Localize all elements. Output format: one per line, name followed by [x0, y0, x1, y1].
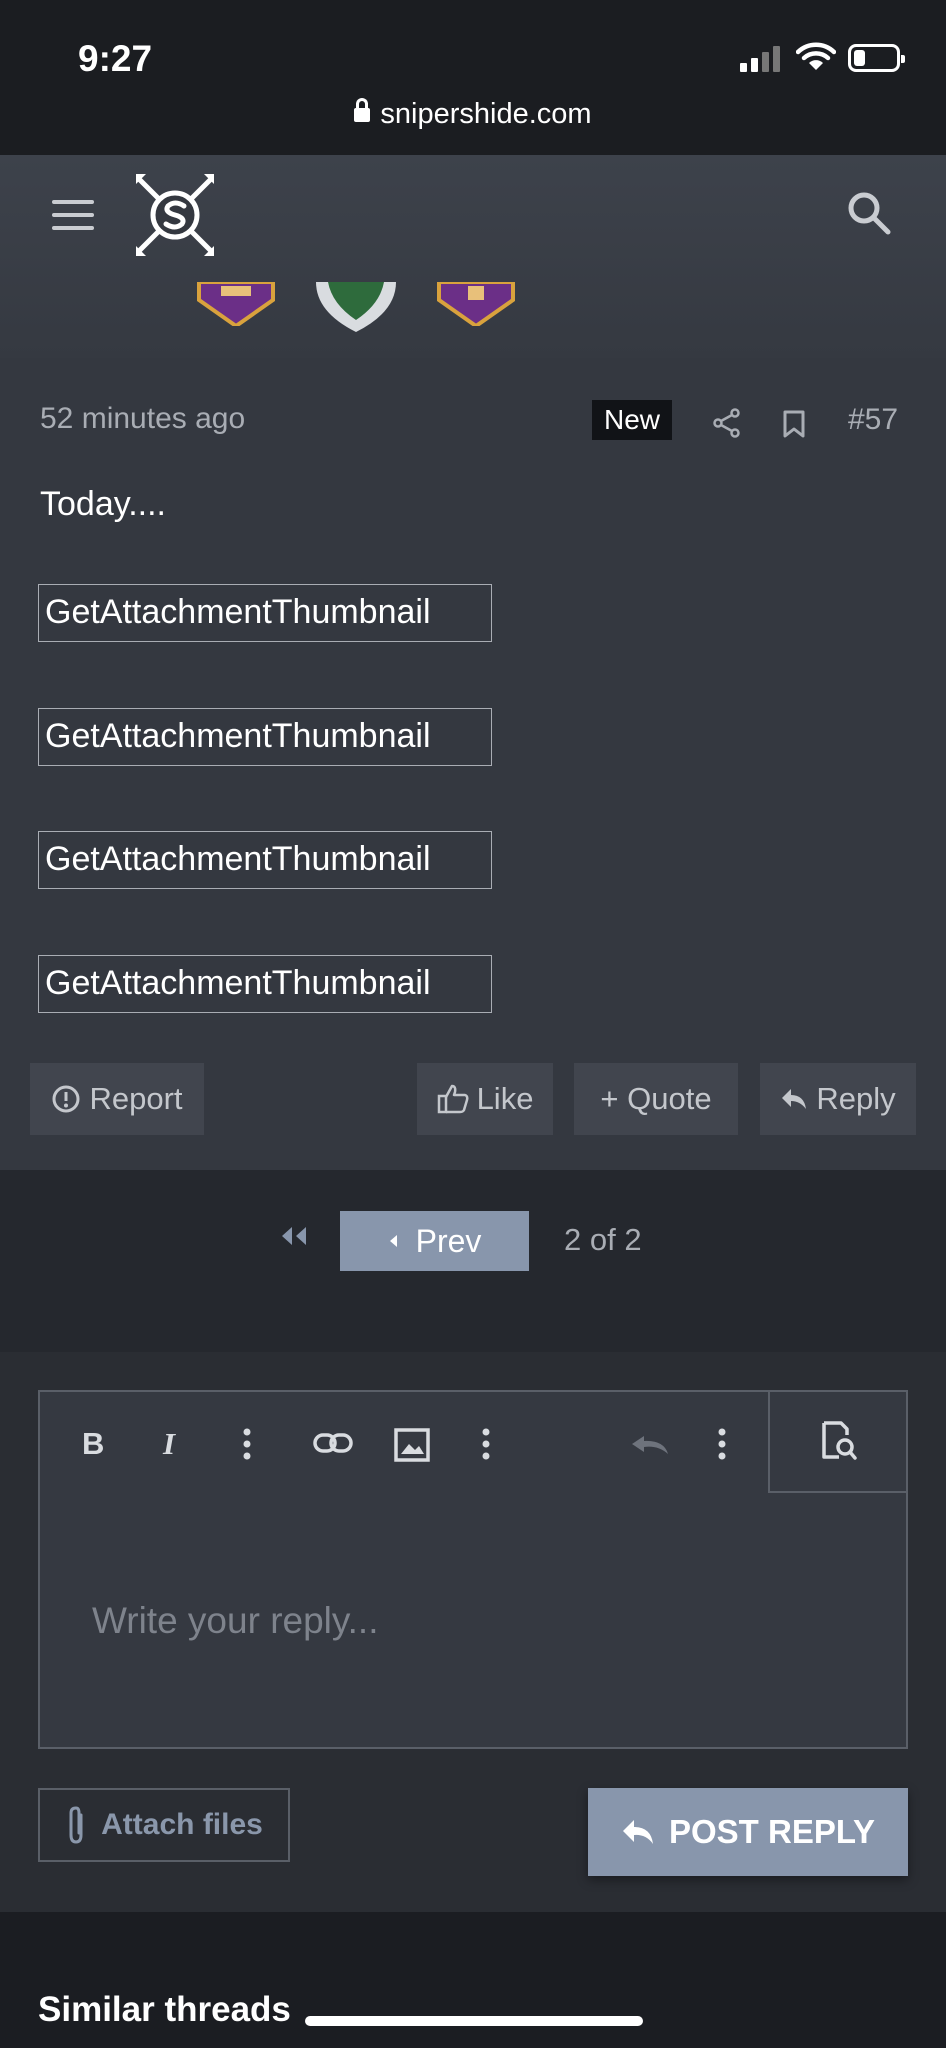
hamburger-icon[interactable]: [52, 200, 94, 230]
like-label: Like: [476, 1081, 534, 1116]
reply-arrow-icon: [782, 1089, 807, 1109]
reply-button[interactable]: Reply: [760, 1063, 916, 1135]
cellular-signal-icon: [740, 44, 780, 72]
more-options-icon[interactable]: [718, 1428, 726, 1460]
post-timestamp[interactable]: 52 minutes ago: [40, 402, 245, 436]
status-time: 9:27: [78, 38, 153, 79]
user-trophy-badges: [196, 282, 516, 332]
quote-button[interactable]: + Quote: [574, 1063, 738, 1135]
search-icon[interactable]: [846, 190, 892, 236]
preview-icon: [821, 1421, 857, 1460]
attachment-link[interactable]: GetAttachmentThumbnail: [38, 955, 492, 1013]
url-text: snipershide.com: [380, 98, 592, 130]
bookmark-icon[interactable]: [782, 410, 806, 438]
report-label: Report: [89, 1081, 183, 1116]
link-icon[interactable]: [313, 1432, 353, 1454]
address-bar[interactable]: snipershide.com: [0, 98, 946, 131]
reply-arrow-icon: [622, 1820, 653, 1844]
like-button[interactable]: Like: [417, 1063, 553, 1135]
alert-circle-icon: [52, 1085, 80, 1113]
reply-input[interactable]: [40, 1495, 906, 1747]
snipershide-logo[interactable]: [132, 172, 218, 258]
wifi-icon: [796, 42, 836, 70]
more-options-icon[interactable]: [482, 1428, 490, 1460]
post-reply-button[interactable]: POST REPLY: [588, 1788, 908, 1876]
page-indicator[interactable]: 2 of 2: [564, 1222, 642, 1258]
prev-page-button[interactable]: Prev: [340, 1211, 529, 1271]
shield-badge-icon: [316, 282, 396, 332]
home-indicator[interactable]: [305, 2016, 643, 2026]
attach-files-label: Attach files: [101, 1808, 263, 1841]
lock-icon: [354, 98, 371, 122]
attachment-link[interactable]: GetAttachmentThumbnail: [38, 708, 492, 766]
post-number[interactable]: #57: [848, 403, 898, 437]
undo-icon[interactable]: [630, 1434, 672, 1456]
share-icon[interactable]: [712, 408, 742, 438]
attach-files-button[interactable]: Attach files: [38, 1788, 290, 1862]
post-reply-label: POST REPLY: [668, 1813, 875, 1850]
italic-button[interactable]: I: [163, 1426, 175, 1462]
quote-label: + Quote: [600, 1081, 712, 1116]
preview-button[interactable]: [768, 1391, 907, 1493]
post-body-text: Today....: [40, 485, 166, 523]
thumbs-up-icon: [437, 1084, 469, 1114]
report-button[interactable]: Report: [30, 1063, 204, 1135]
new-badge: New: [592, 400, 673, 440]
reply-label: Reply: [816, 1081, 896, 1116]
trophy-badge-icon: [197, 282, 275, 326]
trophy-badge-icon: [437, 282, 515, 326]
first-page-icon[interactable]: [276, 1225, 310, 1247]
chevron-left-icon: [389, 1235, 397, 1247]
attachment-link[interactable]: GetAttachmentThumbnail: [38, 584, 492, 642]
image-icon[interactable]: [394, 1428, 430, 1462]
paperclip-icon: [69, 1806, 83, 1844]
similar-threads-heading: Similar threads: [38, 1990, 291, 2029]
battery-icon: [848, 44, 905, 72]
bold-button[interactable]: B: [82, 1426, 104, 1462]
attachment-link[interactable]: GetAttachmentThumbnail: [38, 831, 492, 889]
prev-label: Prev: [415, 1222, 482, 1259]
more-options-icon[interactable]: [243, 1428, 251, 1460]
